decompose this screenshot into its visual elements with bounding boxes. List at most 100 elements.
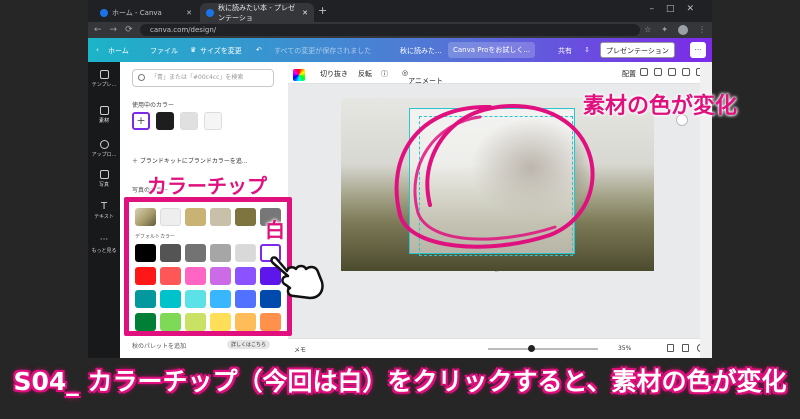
color-chip[interactable]: [185, 244, 206, 262]
color-chip[interactable]: [135, 244, 156, 262]
duplicate-icon[interactable]: [682, 68, 690, 76]
color-chip[interactable]: [235, 290, 256, 308]
used-colors-label: 使用中のカラー: [132, 102, 175, 109]
color-chip[interactable]: [210, 208, 231, 226]
add-color-button[interactable]: +: [132, 112, 150, 130]
color-picker-icon[interactable]: [293, 69, 305, 81]
sidebar-item-photos[interactable]: 写真: [88, 170, 120, 188]
color-chip[interactable]: [160, 313, 181, 331]
color-swatch[interactable]: [180, 112, 198, 130]
sidebar-item-label: アップロ...: [91, 152, 117, 158]
download-icon[interactable]: ⇩: [584, 46, 590, 54]
close-tab-icon[interactable]: ✕: [302, 9, 308, 17]
sidebar-item-label: テンプレ...: [91, 82, 117, 88]
flip-button[interactable]: 反転: [358, 69, 372, 79]
add-brand-color-link[interactable]: ＋ ブランドキットにブランドカラーを追...: [132, 156, 248, 165]
zoom-slider[interactable]: [488, 348, 598, 350]
color-chip[interactable]: [160, 290, 181, 308]
animate-button[interactable]: ◎ アニメート: [402, 69, 443, 85]
info-icon[interactable]: ⓘ: [381, 69, 388, 79]
color-chip[interactable]: [210, 290, 231, 308]
file-menu[interactable]: ファイル: [150, 46, 178, 56]
crop-button[interactable]: 切り抜き: [320, 69, 348, 79]
template-icon: [99, 70, 109, 79]
back-arrow-icon[interactable]: ←: [94, 25, 102, 35]
search-placeholder: 「青」または「#00c4cc」を検索: [151, 74, 244, 81]
color-chip[interactable]: [185, 267, 206, 285]
reload-icon[interactable]: ⟳: [125, 25, 133, 35]
color-chip[interactable]: [135, 267, 156, 285]
color-chip[interactable]: [210, 267, 231, 285]
link-icon[interactable]: [654, 68, 662, 76]
menu-dots-icon[interactable]: ⋮: [698, 25, 706, 35]
elements-icon: [99, 106, 109, 115]
notes-button[interactable]: メモ: [294, 345, 306, 354]
try-pro-button[interactable]: Canva Proをお試しく...: [448, 42, 536, 58]
present-button[interactable]: プレゼンテーション: [600, 42, 675, 58]
color-search-input[interactable]: 「青」または「#00c4cc」を検索: [132, 69, 274, 87]
color-chip[interactable]: [135, 290, 156, 308]
color-chip[interactable]: [210, 313, 231, 331]
forward-arrow-icon[interactable]: →: [110, 25, 118, 35]
profile-avatar[interactable]: [678, 25, 688, 35]
arrange-button[interactable]: 配置: [622, 69, 636, 79]
resize-menu[interactable]: サイズを変更: [200, 46, 242, 56]
tab-label: 秋に読みたい本 - プレゼンテーショ: [218, 3, 295, 22]
color-chip[interactable]: [235, 208, 256, 226]
zoom-level[interactable]: 35%: [618, 345, 631, 352]
sidebar-item-uploads[interactable]: アップロ...: [88, 140, 120, 158]
tab-bar: ホーム - Canva ✕ 秋に読みたい本 - プレゼンテーショ ✕ + –□✕: [88, 0, 712, 22]
brand-kit-label: ブランドキットにブランドカラーを追...: [139, 158, 248, 165]
color-chip[interactable]: [160, 267, 181, 285]
new-tab-icon[interactable]: +: [318, 4, 327, 17]
sidebar-item-templates[interactable]: テンプレ...: [88, 70, 120, 88]
color-chip[interactable]: [235, 244, 256, 262]
sidebar-item-text[interactable]: T テキスト: [88, 202, 120, 221]
star-icon[interactable]: ☆: [644, 25, 651, 35]
color-chip[interactable]: [135, 313, 156, 331]
document-title[interactable]: 秋に読みた...: [400, 46, 442, 56]
page-toggle-icon[interactable]: ⌃: [494, 270, 514, 277]
color-chip[interactable]: [160, 208, 181, 226]
color-chip[interactable]: [185, 313, 206, 331]
color-swatch[interactable]: [204, 112, 222, 130]
learn-more-badge[interactable]: 詳しくはこちら: [227, 340, 271, 349]
color-chip[interactable]: [260, 313, 281, 331]
photo-icon: [99, 170, 109, 179]
browser-actions: ☆ ✦ ⋮: [644, 25, 706, 35]
page-number-icon[interactable]: [667, 344, 674, 352]
tab-home[interactable]: ホーム - Canva ✕: [94, 3, 198, 22]
transparency-icon[interactable]: [640, 68, 648, 76]
fullscreen-icon[interactable]: [682, 344, 689, 352]
tab-label: ホーム - Canva: [112, 8, 162, 17]
autumn-palette-link[interactable]: 秋のパレットを追加: [132, 341, 186, 350]
sidebar-item-elements[interactable]: 素材: [88, 106, 120, 124]
color-chip[interactable]: [210, 244, 231, 262]
lock-icon[interactable]: [668, 68, 676, 76]
color-chip[interactable]: [185, 290, 206, 308]
photo-thumbnail-chip[interactable]: [135, 208, 156, 226]
toolbar-icons: [640, 68, 704, 76]
address-input[interactable]: canva.com/design/: [140, 24, 640, 36]
color-chip[interactable]: [235, 313, 256, 331]
default-colors-label: デフォルトカラー: [135, 234, 176, 240]
color-swatch[interactable]: [156, 112, 174, 130]
sidebar-item-label: もっと見る: [91, 248, 117, 254]
home-link[interactable]: ホーム: [108, 46, 129, 56]
color-chip[interactable]: [185, 208, 206, 226]
tab-design[interactable]: 秋に読みたい本 - プレゼンテーショ ✕: [200, 3, 314, 22]
window-controls-icon[interactable]: –□✕: [649, 4, 706, 14]
editor-toolbar: 切り抜き 反転 ⓘ ◎ アニメート 配置: [288, 62, 712, 85]
color-chip[interactable]: [235, 267, 256, 285]
save-status: すべての変更が保存されました: [274, 47, 372, 55]
undo-icon[interactable]: ↶: [256, 46, 262, 54]
sidebar-item-more[interactable]: ··· もっと見る: [88, 235, 120, 255]
more-button[interactable]: ···: [690, 42, 706, 58]
zoom-slider-knob[interactable]: [528, 345, 535, 352]
more-dots-icon: ···: [99, 235, 109, 245]
close-tab-icon[interactable]: ✕: [186, 9, 192, 17]
back-chevron-icon[interactable]: ‹: [96, 46, 99, 54]
share-button[interactable]: 共有: [558, 46, 572, 56]
extensions-icon[interactable]: ✦: [661, 25, 668, 35]
color-chip[interactable]: [160, 244, 181, 262]
